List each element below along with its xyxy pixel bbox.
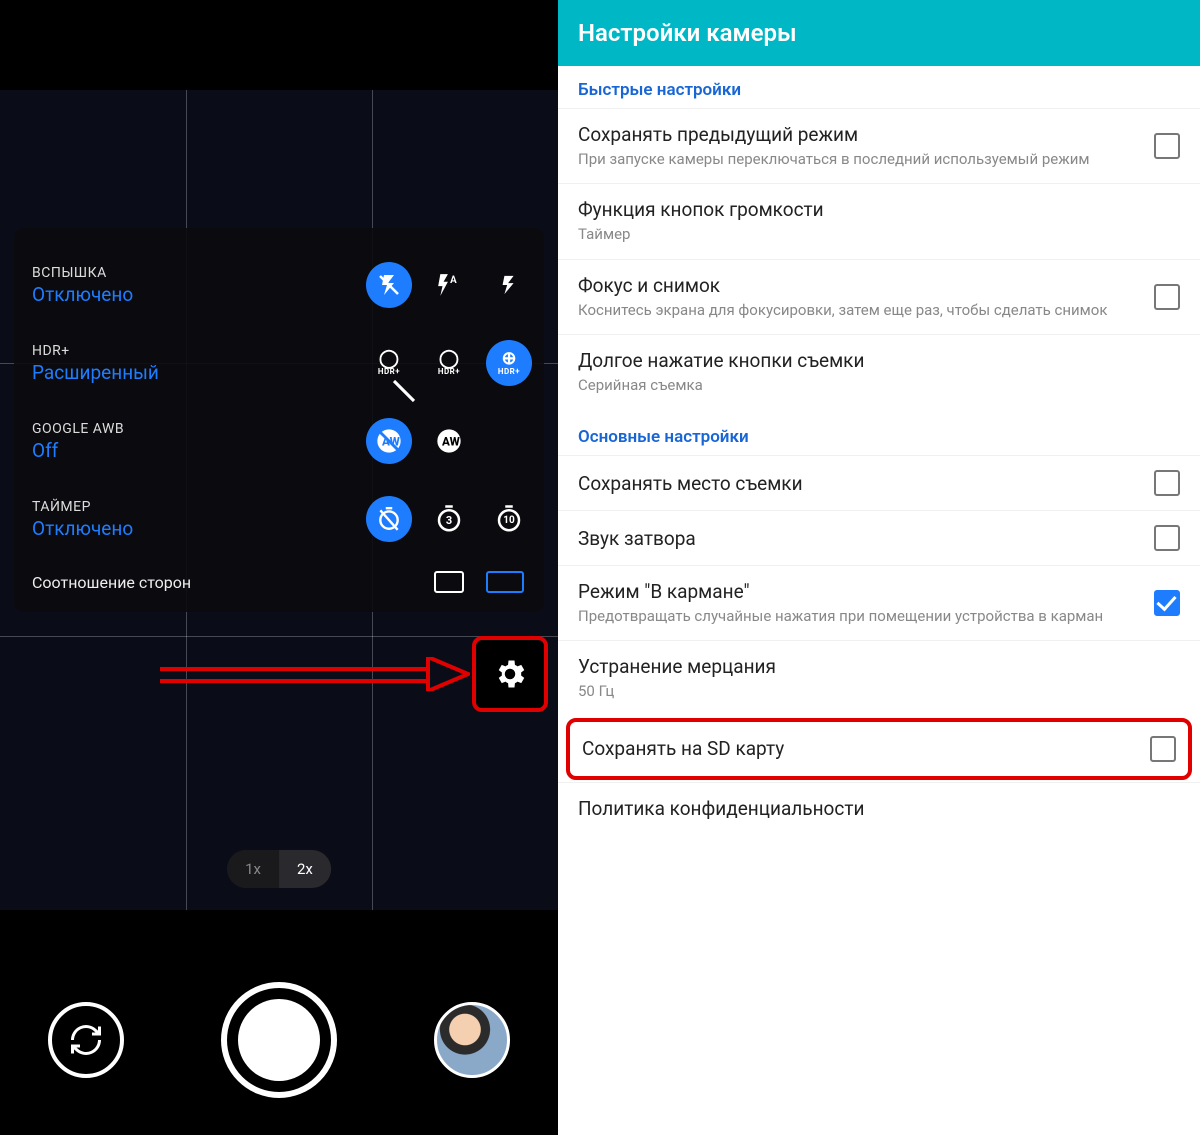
item-pocket-mode[interactable]: Режим "В кармане" Предотвращать случайны… xyxy=(558,565,1200,640)
shutter-sound-checkbox[interactable] xyxy=(1154,525,1180,551)
section-quick-header: Быстрые настройки xyxy=(558,66,1200,108)
aspect-label: Соотношение сторон xyxy=(32,573,434,592)
camera-bottom-bar xyxy=(0,945,558,1135)
item-flicker[interactable]: Устранение мерцания 50 Гц xyxy=(558,640,1200,715)
save-location-checkbox[interactable] xyxy=(1154,470,1180,496)
section-main-header: Основные настройки xyxy=(558,409,1200,455)
item-long-press[interactable]: Долгое нажатие кнопки съемки Серийная съ… xyxy=(558,334,1200,409)
timer-row: ТАЙМЕР Отключено 3 10 xyxy=(32,480,532,558)
hdr-enhanced-icon[interactable]: ⊕HDR+ xyxy=(486,340,532,386)
flicker-desc: 50 Гц xyxy=(578,681,1168,701)
timer-3s-label: 3 xyxy=(446,514,452,527)
zoom-1x[interactable]: 1x xyxy=(227,850,279,888)
focus-shot-title: Фокус и снимок xyxy=(578,274,1142,297)
item-prev-mode[interactable]: Сохранять предыдущий режим При запуске к… xyxy=(558,108,1200,183)
pocket-mode-checkbox[interactable] xyxy=(1154,590,1180,616)
hdr-value: Расширенный xyxy=(32,361,366,384)
focus-shot-checkbox[interactable] xyxy=(1154,284,1180,310)
awb-off-icon[interactable]: AW xyxy=(366,418,412,464)
camera-screen: ВСПЫШКА Отключено A HDR+ Расширенный xyxy=(0,0,558,1135)
settings-screen: Настройки камеры Быстрые настройки Сохра… xyxy=(558,0,1200,1135)
timer-off-icon[interactable] xyxy=(366,496,412,542)
settings-gear-button[interactable] xyxy=(472,636,548,712)
switch-camera-button[interactable] xyxy=(48,1002,124,1078)
quick-settings-panel: ВСПЫШКА Отключено A HDR+ Расширенный xyxy=(14,228,544,612)
long-press-title: Долгое нажатие кнопки съемки xyxy=(578,349,1168,372)
flash-label: ВСПЫШКА xyxy=(32,265,366,281)
item-vol-keys[interactable]: Функция кнопок громкости Таймер xyxy=(558,183,1200,258)
awb-label: GOOGLE AWB xyxy=(32,421,366,437)
focus-shot-desc: Коснитесь экрана для фокусировки, затем … xyxy=(578,300,1142,320)
pocket-mode-title: Режим "В кармане" xyxy=(578,580,1142,603)
save-sd-title: Сохранять на SD карту xyxy=(582,737,1138,760)
flash-value: Отключено xyxy=(32,283,366,306)
item-save-location[interactable]: Сохранять место съемки xyxy=(558,455,1200,510)
item-privacy[interactable]: Политика конфиденциальности xyxy=(558,782,1200,834)
flash-auto-icon[interactable]: A xyxy=(426,262,472,308)
svg-text:A: A xyxy=(450,275,457,286)
item-shutter-sound[interactable]: Звук затвора xyxy=(558,510,1200,565)
hdr-on-icon[interactable]: ◯HDR+ xyxy=(426,340,472,386)
aspect-row: Соотношение сторон xyxy=(32,558,532,606)
awb-on-icon[interactable]: AW xyxy=(426,418,472,464)
shutter-button[interactable] xyxy=(221,982,337,1098)
long-press-desc: Серийная съемка xyxy=(578,375,1168,395)
timer-3s-icon[interactable]: 3 xyxy=(426,496,472,542)
item-save-sd[interactable]: Сохранять на SD карту xyxy=(566,718,1192,780)
flash-on-icon[interactable] xyxy=(486,262,532,308)
prev-mode-title: Сохранять предыдущий режим xyxy=(578,123,1142,146)
gallery-thumbnail-button[interactable] xyxy=(434,1002,510,1078)
prev-mode-desc: При запуске камеры переключаться в после… xyxy=(578,149,1142,169)
svg-text:AW: AW xyxy=(442,435,460,449)
annotation-arrow xyxy=(160,657,470,691)
hdr-row: HDR+ Расширенный ◯HDR+ ◯HDR+ ⊕HDR+ xyxy=(32,324,532,402)
timer-label: ТАЙМЕР xyxy=(32,499,366,515)
item-focus-shot[interactable]: Фокус и снимок Коснитесь экрана для фоку… xyxy=(558,259,1200,334)
awb-row: GOOGLE AWB Off AW AW xyxy=(32,402,532,480)
grid-line xyxy=(0,636,558,637)
zoom-2x[interactable]: 2x xyxy=(279,850,331,888)
flash-off-icon[interactable] xyxy=(366,262,412,308)
flash-row: ВСПЫШКА Отключено A xyxy=(32,246,532,324)
settings-title: Настройки камеры xyxy=(558,0,1200,66)
switch-camera-icon xyxy=(68,1022,104,1058)
shutter-sound-title: Звук затвора xyxy=(578,527,1142,550)
timer-10s-icon[interactable]: 10 xyxy=(486,496,532,542)
flicker-title: Устранение мерцания xyxy=(578,655,1168,678)
vol-keys-desc: Таймер xyxy=(578,224,1168,244)
timer-10s-label: 10 xyxy=(503,515,514,526)
save-location-title: Сохранять место съемки xyxy=(578,472,1142,495)
timer-value: Отключено xyxy=(32,517,366,540)
pocket-mode-desc: Предотвращать случайные нажатия при поме… xyxy=(578,606,1142,626)
save-sd-checkbox[interactable] xyxy=(1150,736,1176,762)
hdr-off-icon[interactable]: ◯HDR+ xyxy=(366,340,412,386)
zoom-toggle[interactable]: 1x 2x xyxy=(227,850,331,888)
awb-value: Off xyxy=(32,439,366,462)
prev-mode-checkbox[interactable] xyxy=(1154,133,1180,159)
privacy-title: Политика конфиденциальности xyxy=(578,797,1168,820)
hdr-label: HDR+ xyxy=(32,343,366,359)
vol-keys-title: Функция кнопок громкости xyxy=(578,198,1168,221)
aspect-169-icon[interactable] xyxy=(486,571,524,593)
gear-icon xyxy=(492,656,528,692)
aspect-43-icon[interactable] xyxy=(434,571,464,593)
